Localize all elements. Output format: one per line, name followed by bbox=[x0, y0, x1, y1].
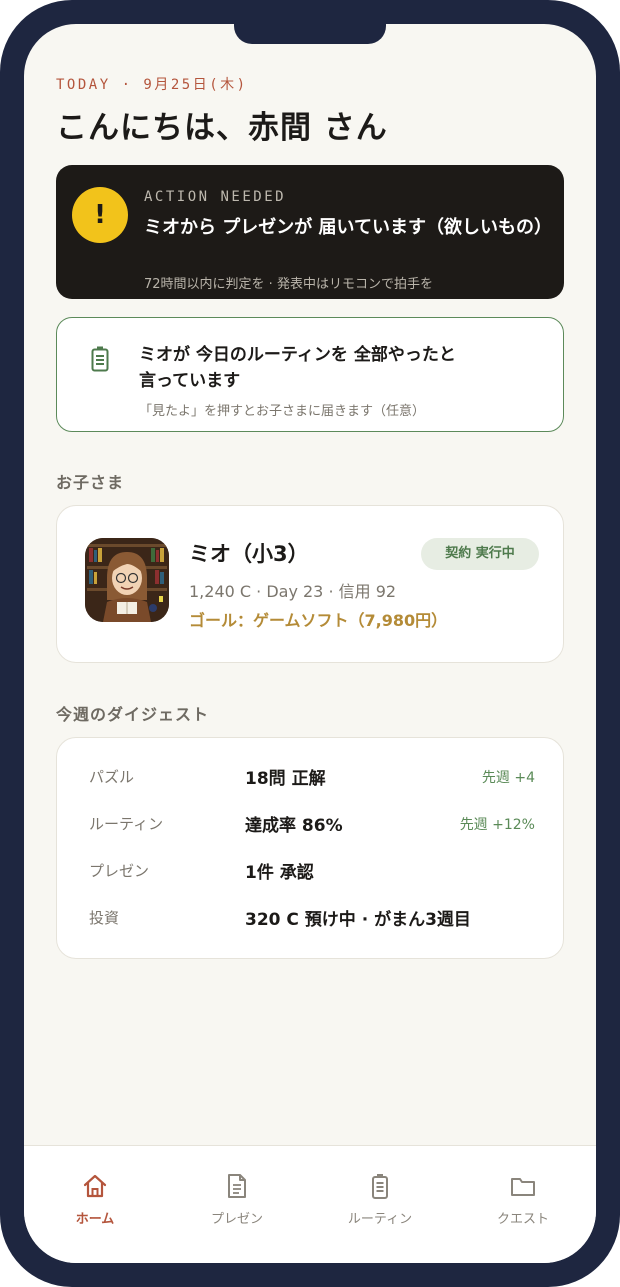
routine-title: ミオが 今日のルーティンを 全部やったと言っています bbox=[139, 345, 456, 391]
digest-row: プレゼン 1件 承認 bbox=[57, 856, 563, 886]
digest-value: 1件 承認 bbox=[245, 863, 314, 883]
digest-label: 投資 bbox=[89, 909, 120, 927]
digest-delta: 先週 +12% bbox=[459, 817, 535, 833]
child-goal: ゴール：ゲームソフト（7,980円） bbox=[189, 611, 448, 630]
action-needed-card[interactable]: ! ACTION NEEDED ミオから プレゼンが 届いています（欲しいもの）… bbox=[56, 165, 564, 299]
digest-label: プレゼン bbox=[89, 862, 150, 880]
tab-quest[interactable]: クエスト bbox=[473, 1172, 573, 1236]
battery-icon bbox=[372, 1174, 388, 1199]
digest-label: パズル bbox=[89, 768, 135, 786]
folder-icon bbox=[511, 1178, 535, 1196]
child-card[interactable]: ミオ（小3） 契約 実行中 1,240 C · Day 23 · 信用 92 ゴ… bbox=[56, 505, 564, 663]
bottom-tab-bar: ホーム プレゼン ルーティン クエスト bbox=[24, 1145, 596, 1263]
routine-subtitle: 「見たよ」を押すとお子さまに届きます（任意） bbox=[139, 404, 426, 419]
notch bbox=[234, 24, 386, 44]
digest-row: 投資 320 C 預け中 · がまん3週目 bbox=[57, 903, 563, 933]
tab-presentation[interactable]: プレゼン bbox=[187, 1172, 287, 1236]
digest-section-label: 今週のダイジェスト bbox=[56, 705, 210, 724]
date-line: TODAY · 9月25日(木) bbox=[56, 77, 248, 93]
contract-status-badge: 契約 実行中 bbox=[421, 538, 539, 570]
child-avatar bbox=[85, 538, 169, 622]
weekly-digest-card: パズル 18問 正解 先週 +4 ルーティン 達成率 86% 先週 +12% プ… bbox=[56, 737, 564, 959]
tab-home[interactable]: ホーム bbox=[45, 1172, 145, 1236]
digest-delta: 先週 +4 bbox=[481, 770, 535, 786]
action-subtitle: 72時間以内に判定を · 発表中はリモコンで拍手を bbox=[144, 277, 433, 292]
digest-value: 達成率 86% bbox=[245, 816, 343, 836]
children-section-label: お子さま bbox=[56, 473, 125, 492]
tab-home-label: ホーム bbox=[75, 1212, 115, 1227]
battery-icon bbox=[91, 346, 109, 372]
document-icon bbox=[228, 1174, 246, 1198]
home-icon bbox=[83, 1174, 107, 1198]
routine-report-card[interactable]: ミオが 今日のルーティンを 全部やったと言っています 「見たよ」を押すとお子さま… bbox=[56, 317, 564, 432]
digest-label: ルーティン bbox=[89, 815, 164, 833]
digest-row: パズル 18問 正解 先週 +4 bbox=[57, 762, 563, 792]
child-stats: 1,240 C · Day 23 · 信用 92 bbox=[189, 582, 397, 601]
greeting-heading: こんにちは、赤間 さん bbox=[56, 110, 388, 146]
tab-routine[interactable]: ルーティン bbox=[330, 1172, 430, 1236]
tab-quest-label: クエスト bbox=[496, 1212, 549, 1227]
action-title: ミオから プレゼンが 届いています（欲しいもの） bbox=[144, 217, 552, 238]
digest-value: 18問 正解 bbox=[245, 769, 326, 789]
child-name: ミオ（小3） bbox=[189, 542, 309, 566]
digest-value: 320 C 預け中 · がまん3週目 bbox=[245, 910, 471, 930]
tab-presentation-label: プレゼン bbox=[210, 1212, 263, 1227]
app-screen: TODAY · 9月25日(木) こんにちは、赤間 さん ! ACTION NE… bbox=[24, 24, 596, 1263]
exclamation-icon: ! bbox=[72, 187, 128, 243]
tab-routine-label: ルーティン bbox=[347, 1212, 413, 1227]
action-kicker: ACTION NEEDED bbox=[144, 189, 287, 205]
phone-frame: TODAY · 9月25日(木) こんにちは、赤間 さん ! ACTION NE… bbox=[0, 0, 620, 1287]
digest-row: ルーティン 達成率 86% 先週 +12% bbox=[57, 809, 563, 839]
